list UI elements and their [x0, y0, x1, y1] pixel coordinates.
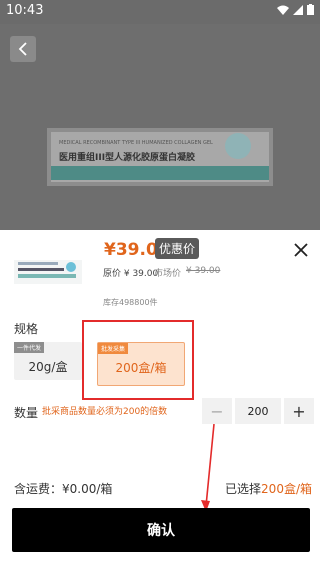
selected-prefix: 已选择 — [225, 482, 262, 496]
status-bar: 10:43 — [0, 0, 320, 24]
increase-button[interactable]: + — [284, 398, 314, 424]
option-label: 200盒/箱 — [115, 361, 167, 375]
status-time: 10:43 — [6, 3, 44, 18]
spec-title: 规格 — [14, 322, 39, 336]
option-tag: 批发采集 — [98, 343, 129, 354]
quantity-note: 批采商品数量必须为200的倍数 — [42, 407, 168, 417]
product-hero-image: MEDICAL RECOMBINANT TYPE III HUMANIZED C… — [47, 128, 273, 186]
hero-english-title: MEDICAL RECOMBINANT TYPE III HUMANIZED C… — [59, 140, 213, 146]
discount-badge: 优惠价 — [155, 238, 200, 259]
quantity-input[interactable] — [235, 398, 281, 424]
selected-spec: 已选择200盒/箱 — [225, 480, 312, 497]
plus-icon: + — [292, 401, 306, 421]
option-tag: 一件代发 — [14, 342, 45, 353]
status-icons — [277, 4, 314, 15]
market-price-label: 市场价 — [154, 269, 182, 279]
market-price: ¥ 39.00 — [186, 266, 221, 276]
original-price: 原价 ¥ 39.00 — [103, 269, 159, 279]
decrease-button[interactable]: − — [202, 398, 232, 424]
annotation-arrow — [201, 424, 215, 512]
product-thumbnail — [14, 260, 82, 284]
selected-value: 200盒/箱 — [261, 482, 312, 496]
back-button[interactable] — [10, 36, 36, 62]
minus-icon: − — [210, 401, 224, 421]
wifi-icon — [277, 5, 289, 15]
close-icon — [294, 243, 308, 257]
close-button[interactable] — [294, 238, 308, 262]
product-globe-graphic — [225, 133, 251, 159]
battery-icon — [307, 4, 314, 15]
signal-icon — [293, 4, 303, 15]
option-label: 20g/盒 — [28, 360, 68, 374]
chevron-left-icon — [18, 42, 27, 56]
stock-count: 库存498800件 — [103, 298, 158, 307]
background-page — [0, 24, 320, 230]
confirm-button[interactable]: 确认 — [12, 508, 310, 552]
spec-option-wholesale[interactable]: 批发采集 200盒/箱 — [97, 342, 185, 386]
shipping-fee: 含运费：¥0.00/箱 — [14, 482, 113, 496]
hero-product-title: 医用重组III型人源化胶原蛋白凝胶 — [59, 153, 196, 163]
quantity-title: 数量 — [14, 406, 39, 420]
spec-option-dropship[interactable]: 一件代发 20g/盒 — [14, 342, 82, 380]
spec-selection-sheet: ¥39.00 优惠价 原价 ¥ 39.00 市场价 ¥ 39.00 库存4988… — [0, 230, 320, 568]
